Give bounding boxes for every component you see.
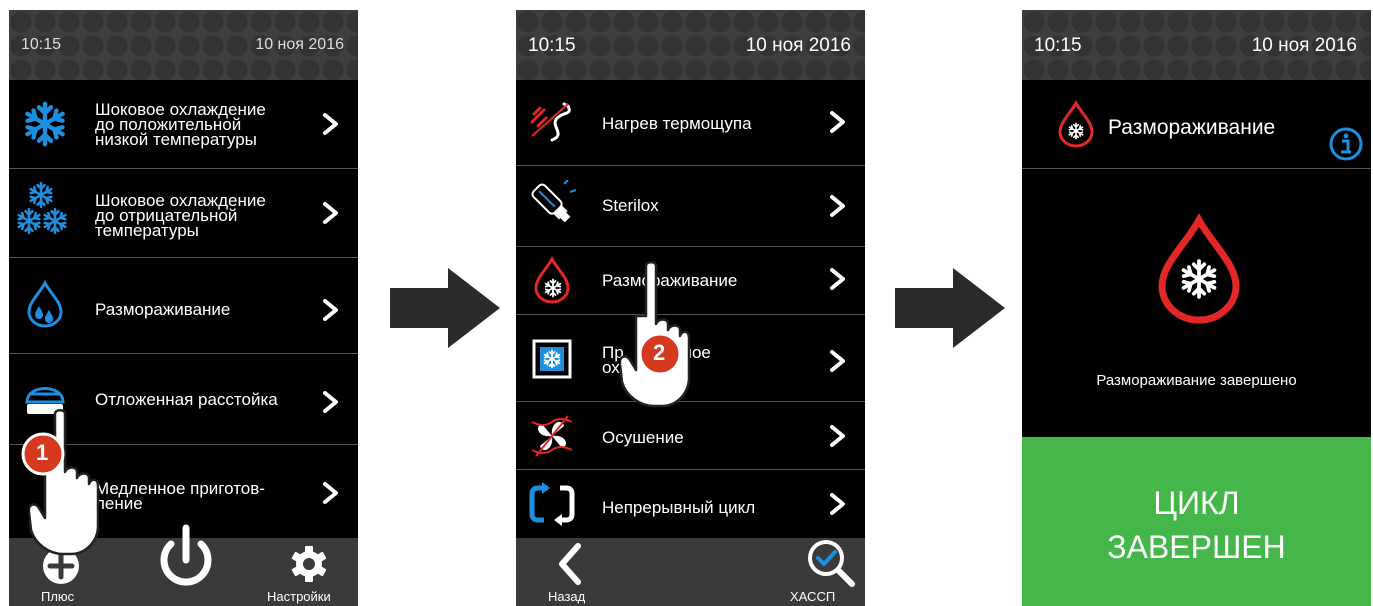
banner-line-2: ЗАВЕРШЕН [1107, 529, 1286, 565]
chevron-right-icon [829, 424, 847, 448]
step-number: 2 [653, 340, 666, 365]
status-bar: 10:15 10 ноя 2016 [1022, 10, 1371, 80]
menu-item-shock-chill-positive[interactable]: Шоковое охлаждение до положительной низкой… [9, 80, 358, 169]
chevron-right-icon [322, 201, 340, 225]
chevron-right-icon [322, 481, 340, 505]
menu-item-probe-heating[interactable]: Нагрев термощупа [516, 80, 865, 166]
bottom-bar: Назад ХАССП [516, 538, 865, 606]
status-bar: 10:15 10 ноя 2016 [9, 10, 358, 80]
chevron-right-icon [829, 492, 847, 516]
cycle-icon [529, 482, 575, 526]
chevron-right-icon [829, 267, 847, 291]
chevron-right-icon [829, 349, 847, 373]
status-bar: 10:15 10 ноя 2016 [516, 10, 865, 80]
water-drop-icon [27, 280, 63, 328]
snowflake-icon [543, 278, 563, 298]
chevron-right-icon [829, 194, 847, 218]
snowflake-icon [41, 207, 69, 235]
gear-icon[interactable] [289, 544, 329, 584]
chevron-right-icon [322, 298, 340, 322]
menu-item-label: Осушение [602, 428, 684, 447]
menu-item-label: Отложенная расстойка [95, 390, 278, 409]
chevron-right-icon [829, 110, 847, 134]
snowflake-icon [542, 349, 562, 369]
snowflake-icon [1178, 258, 1220, 300]
clock-date: 10 ноя 2016 [745, 35, 851, 56]
menu-item-defrost[interactable]: Размораживание [9, 258, 358, 354]
menu-item-label: Размораживание [95, 300, 231, 319]
menu-item-label: Непрерывный цикл [602, 498, 756, 517]
defrost-complete-screen: 10:15 10 ноя 2016 Размораживание Размора… [1022, 10, 1371, 606]
probe-heat-icon [530, 102, 571, 142]
snowflake-icon [21, 100, 69, 148]
snowflake-icon [1067, 122, 1085, 140]
menu-item-label: Шоковое охлаждение до положительной низкой… [95, 100, 266, 149]
hand-icon [29, 408, 99, 558]
menu-item-shock-freeze-negative[interactable]: Шоковое охлаждение до отрицательной темпер… [9, 169, 358, 258]
back-label: Назад [548, 589, 586, 604]
plus-label: Плюс [41, 589, 75, 604]
menu-item-label: Нагрев термощупа [602, 114, 752, 133]
menu-item-continuous-cycle[interactable]: Непрерывный цикл [516, 470, 865, 538]
cycle-complete-banner: ЦИКЛ ЗАВЕРШЕН [1022, 437, 1371, 606]
haccp-search-icon[interactable] [806, 538, 858, 590]
step-number: 1 [36, 440, 49, 465]
clock-date: 10 ноя 2016 [1251, 35, 1357, 56]
plus-menu-screen: 10:15 10 ноя 2016 Нагрев термощупа Steri… [516, 10, 865, 606]
main-menu-screen: 10:15 10 ноя 2016 Шоковое охлаждение до п… [9, 10, 358, 606]
chevron-right-icon [322, 390, 340, 414]
program-header: Размораживание [1022, 80, 1371, 169]
drying-fan-icon [531, 415, 573, 457]
uv-lamp-icon [531, 180, 576, 223]
arrow-right-icon [895, 268, 1005, 348]
power-icon[interactable] [157, 514, 215, 598]
info-icon[interactable] [1328, 126, 1364, 162]
tap-hand-pointer: 1 [21, 408, 101, 578]
clock-time: 10:15 [1034, 35, 1082, 56]
menu-item-label: Sterilox [602, 196, 659, 215]
haccp-label: ХАССП [790, 589, 836, 604]
clock-time: 10:15 [528, 35, 576, 56]
snowflake-icon [15, 207, 43, 235]
multi-snowflake-icon [27, 181, 55, 209]
status-message: Размораживание завершено [1096, 372, 1297, 389]
program-title: Размораживание [1108, 116, 1276, 139]
menu-item-label: Шоковое охлаждение до отрицательной темпер… [95, 191, 266, 240]
menu-item-sterilox[interactable]: Sterilox [516, 166, 865, 247]
settings-label: Настройки [267, 589, 331, 604]
banner-line-1: ЦИКЛ [1153, 485, 1240, 521]
arrow-right-icon [390, 268, 500, 348]
tap-hand-pointer: 2 [620, 260, 700, 420]
clock-time: 10:15 [21, 36, 62, 53]
clock-date: 10 ноя 2016 [255, 36, 344, 53]
chevron-right-icon [322, 112, 340, 136]
menu-item-label: Медленное приготов-ление [95, 479, 265, 513]
back-chevron-icon[interactable] [556, 542, 582, 586]
